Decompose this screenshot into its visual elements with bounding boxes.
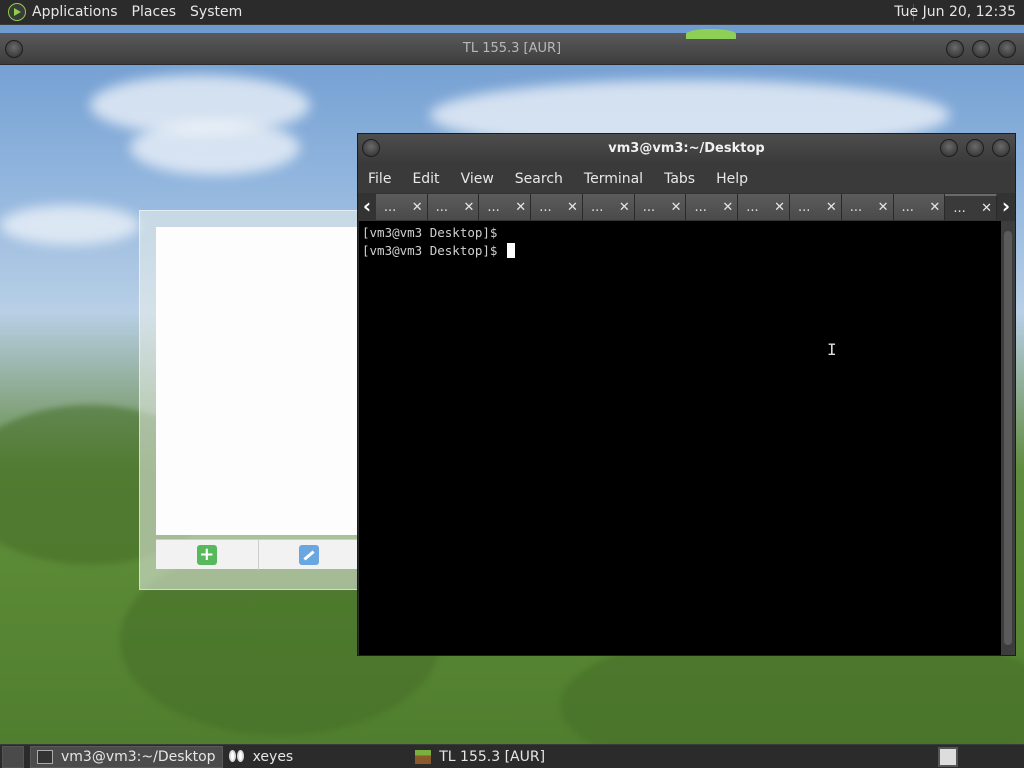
terminal-tab[interactable]: ... ✕ [375, 194, 428, 220]
terminal-prompt-line: [vm3@vm3 Desktop]$ [362, 242, 998, 260]
task-xeyes[interactable]: xeyes [223, 746, 300, 768]
terminal-scrollbar[interactable] [1001, 221, 1015, 655]
applications-menu[interactable]: Applications [32, 4, 118, 20]
close-tab-icon[interactable]: ✕ [464, 200, 475, 215]
close-tab-icon[interactable]: ✕ [929, 200, 940, 215]
terminal-tab-label: ... [901, 199, 914, 215]
task-tl[interactable]: TL 155.3 [AUR] [409, 746, 551, 768]
workspace-switcher[interactable] [938, 747, 958, 767]
terminal-close-button[interactable] [992, 139, 1010, 157]
terminal-tab[interactable]: ... ✕ [582, 194, 635, 220]
terminal-tab-label: ... [953, 200, 966, 216]
show-desktop-button[interactable] [2, 745, 24, 768]
terminal-tab[interactable]: ... ✕ [634, 194, 687, 220]
terminal-tab[interactable]: ... ✕ [945, 194, 998, 220]
terminal-line: [vm3@vm3 Desktop]$ [362, 225, 498, 240]
terminal-window: vm3@vm3:~/Desktop File Edit View Search … [357, 133, 1016, 656]
terminal-tab-label: ... [435, 199, 449, 215]
chevron-left-icon[interactable]: ‹ [358, 193, 376, 221]
close-tab-icon[interactable]: ✕ [515, 200, 526, 215]
close-tab-icon[interactable]: ✕ [567, 200, 578, 215]
places-menu[interactable]: Places [132, 4, 177, 20]
terminal-tab[interactable]: ... ✕ [841, 194, 894, 220]
terminal-tab-label: ... [539, 199, 552, 215]
panel-toolbar: + [156, 539, 361, 570]
terminal-title: vm3@vm3:~/Desktop [608, 141, 765, 156]
close-tab-icon[interactable]: ✕ [878, 200, 889, 215]
menu-view[interactable]: View [461, 171, 494, 187]
terminal-maximize-button[interactable] [966, 139, 984, 157]
close-button[interactable] [998, 40, 1016, 58]
minimize-button[interactable] [946, 40, 964, 58]
edit-icon [299, 545, 320, 565]
menu-search[interactable]: Search [515, 171, 563, 187]
terminal-tab[interactable]: ... ✕ [686, 194, 739, 220]
task-terminal-label: vm3@vm3:~/Desktop [61, 748, 216, 765]
system-menu[interactable]: System [190, 4, 242, 20]
maximize-button[interactable] [972, 40, 990, 58]
close-tab-icon[interactable]: ✕ [722, 200, 733, 215]
task-xeyes-label: xeyes [252, 748, 294, 765]
terminal-tab-label: ... [383, 199, 397, 215]
menu-tabs[interactable]: Tabs [664, 171, 695, 187]
terminal-titlebar[interactable]: vm3@vm3:~/Desktop [358, 134, 1015, 164]
terminal-tab-label: ... [642, 199, 656, 215]
terminal-tab-label: ... [487, 199, 500, 215]
menu-file[interactable]: File [368, 171, 391, 187]
close-tab-icon[interactable]: ✕ [981, 201, 992, 216]
top-panel: Applications Places System Tue Jun 20, 1… [0, 0, 1024, 25]
eyes-icon [228, 749, 245, 764]
edit-button[interactable] [259, 540, 361, 570]
terminal-tab-label: ... [590, 199, 604, 215]
bottom-taskbar: vm3@vm3:~/Desktop xeyes TL 155.3 [AUR] [0, 744, 1024, 768]
tl-window-titlebar[interactable]: TL 155.3 [AUR] [0, 29, 1024, 65]
terminal-minimize-button[interactable] [940, 139, 958, 157]
close-tab-icon[interactable]: ✕ [619, 200, 630, 215]
tl-window-title: TL 155.3 [AUR] [462, 41, 562, 56]
scrollbar-thumb[interactable] [1004, 231, 1012, 645]
terminal-tab[interactable]: ... ✕ [790, 194, 842, 220]
terminal-output[interactable]: [vm3@vm3 Desktop]$ [vm3@vm3 Desktop]$ [359, 221, 1001, 655]
terminal-tab[interactable]: ... ✕ [738, 194, 791, 220]
grass-block-icon [415, 749, 432, 764]
text-cursor [507, 243, 515, 258]
terminal-tab[interactable]: ... ✕ [479, 194, 532, 220]
terminal-tab-label: ... [798, 199, 811, 215]
close-tab-icon[interactable]: ✕ [412, 200, 423, 215]
panel-content-area [156, 227, 361, 535]
menu-edit[interactable]: Edit [412, 171, 439, 187]
chevron-right-icon[interactable]: › [997, 193, 1015, 221]
menu-help[interactable]: Help [716, 171, 748, 187]
add-button[interactable]: + [156, 540, 259, 570]
green-circle-decoration [686, 29, 736, 39]
close-tab-icon[interactable]: ✕ [826, 200, 837, 215]
terminal-menubar: File Edit View Search Terminal Tabs Help [358, 164, 1015, 193]
terminal-tab[interactable]: ... ✕ [531, 194, 583, 220]
menu-terminal[interactable]: Terminal [584, 171, 643, 187]
plus-icon: + [196, 545, 217, 565]
terminal-prompt: [vm3@vm3 Desktop]$ [362, 243, 505, 258]
close-tab-icon[interactable]: ✕ [774, 200, 785, 215]
menu-logo-icon[interactable] [8, 3, 26, 21]
terminal-tab-label: ... [746, 199, 759, 215]
ibeam-cursor-icon: I [827, 342, 837, 358]
translucent-panel: + [139, 210, 364, 590]
task-tl-label: TL 155.3 [AUR] [439, 748, 546, 765]
terminal-tab-label: ... [694, 199, 707, 215]
terminal-tab-strip: ‹ ... ✕... ✕... ✕... ✕... ✕... ✕... ✕... ✕... ✕..… [358, 193, 1015, 221]
terminal-tab-label: ... [849, 199, 863, 215]
terminal-tab[interactable]: ... ✕ [893, 194, 946, 220]
task-terminal[interactable]: vm3@vm3:~/Desktop [30, 745, 223, 768]
close-tab-icon[interactable]: ✕ [671, 200, 682, 215]
clock[interactable]: Tue Jun 20, 12:35 [894, 4, 1016, 20]
terminal-tab[interactable]: ... ✕ [427, 194, 480, 220]
terminal-icon [37, 749, 53, 764]
